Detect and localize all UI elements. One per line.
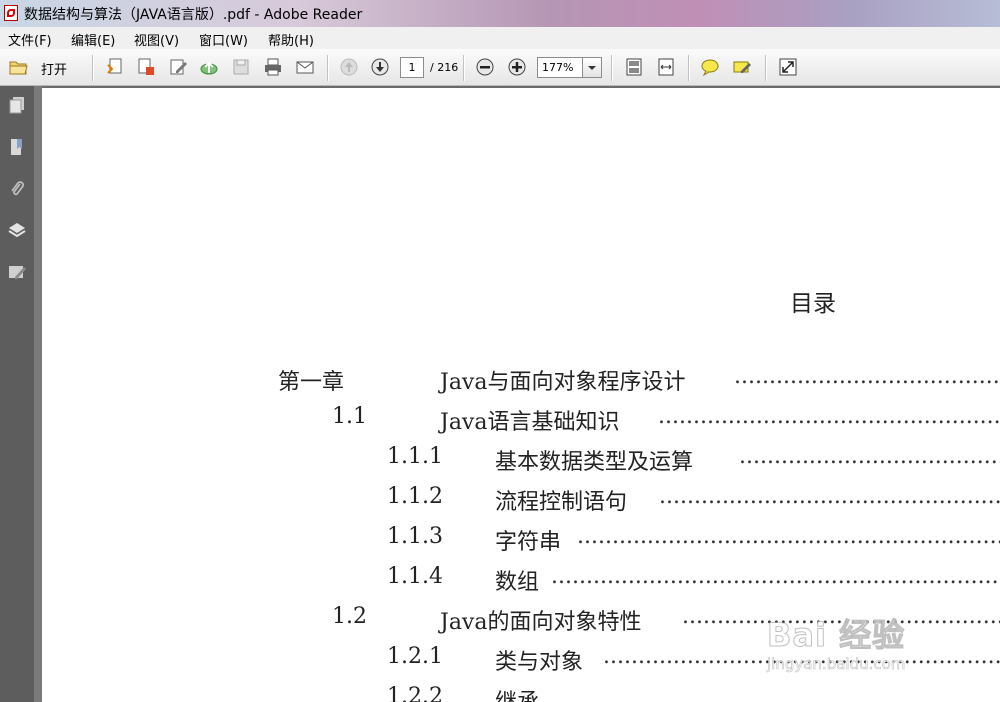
page-number-input[interactable]: 1	[400, 57, 424, 78]
toc-entry-title: 基本数据类型及运算	[495, 450, 694, 475]
email-icon[interactable]	[294, 56, 316, 78]
zoom-dropdown-button[interactable]	[583, 57, 602, 78]
toc-entry-title: 类与对象	[495, 650, 584, 675]
layers-icon[interactable]	[6, 219, 28, 241]
toc-entry-number: 1.1.3	[387, 524, 443, 549]
toc-title: 目录	[790, 291, 836, 317]
adobe-reader-icon	[4, 5, 18, 21]
bookmarks-icon[interactable]	[6, 136, 28, 158]
toolbar-separator	[765, 55, 767, 81]
toolbar-separator	[463, 55, 465, 81]
toc-leader-dots: ........................................…	[659, 484, 1000, 509]
zoom-out-icon[interactable]	[474, 56, 496, 78]
page-total: / 216	[430, 61, 459, 74]
menu-help[interactable]: 帮助(H)	[268, 30, 314, 49]
upload-icon[interactable]	[198, 56, 220, 78]
open-button[interactable]: 打开	[41, 59, 67, 78]
toolbar-separator	[327, 55, 329, 81]
highlight-icon[interactable]	[731, 56, 753, 78]
menu-view[interactable]: 视图(V)	[134, 30, 179, 49]
toc-leader-dots: ........................................…	[739, 444, 1000, 469]
toc-entry-title: 字符串	[495, 530, 562, 555]
toc-entry-1-1-2[interactable]: 1.1.2 流程控制语句 ...........................…	[387, 484, 1000, 515]
toc-entry-title: Java与面向对象程序设计	[440, 370, 686, 395]
title-bar: 数据结构与算法（JAVA语言版）.pdf - Adobe Reader	[0, 0, 1000, 27]
print-icon[interactable]	[262, 56, 284, 78]
window-title: 数据结构与算法（JAVA语言版）.pdf - Adobe Reader	[24, 7, 363, 23]
watermark-logo-text: Bai 经验	[766, 616, 906, 655]
toolbar-separator	[611, 55, 613, 81]
attachments-icon[interactable]	[6, 178, 28, 200]
comment-icon[interactable]	[699, 56, 721, 78]
toc-entry-number: 1.2	[332, 604, 367, 629]
export-pdf-icon[interactable]	[135, 56, 157, 78]
signatures-icon[interactable]	[6, 261, 28, 283]
toc-leader-dots: ........................................…	[734, 364, 1000, 389]
next-page-icon[interactable]	[369, 56, 391, 78]
toc-entry-title: 继承	[495, 684, 539, 702]
fit-page-icon[interactable]	[623, 56, 645, 78]
toolbar-separator	[92, 55, 94, 81]
toc-leader-dots: ........................................…	[658, 404, 1000, 429]
save-icon[interactable]	[230, 56, 252, 78]
edit-icon[interactable]	[167, 56, 189, 78]
toc-entry-title: Java语言基础知识	[440, 410, 620, 435]
toolbar: 打开	[0, 49, 1000, 86]
toc-entry-1-1[interactable]: 1.1 Java语言基础知识 .........................…	[332, 404, 1000, 435]
toc-entry-1-1-1[interactable]: 1.1.1 基本数据类型及运算 ........................…	[387, 444, 1000, 475]
watermark-url: jingyan.baidu.com	[767, 655, 906, 674]
fullscreen-icon[interactable]	[777, 56, 799, 78]
pane-divider[interactable]	[34, 86, 42, 702]
toc-entry-title: 流程控制语句	[495, 490, 628, 515]
toc-entry-number: 1.1.1	[387, 444, 443, 469]
fit-width-icon[interactable]	[655, 56, 677, 78]
toc-entry-title: 数组	[495, 570, 540, 595]
toc-entry-number: 1.2.1	[387, 644, 443, 669]
toc-entry-number: 1.2.2	[387, 684, 443, 702]
create-pdf-icon[interactable]	[104, 56, 126, 78]
toc-leader-dots: ........................................…	[577, 524, 1000, 549]
menu-edit[interactable]: 编辑(E)	[71, 30, 115, 49]
toc-entry-1-1-4[interactable]: 1.1.4 数组 ...............................…	[387, 564, 1000, 595]
toc-entry-1-1-3[interactable]: 1.1.3 字符串 ..............................…	[387, 524, 1000, 555]
menu-bar: 文件(F) 编辑(E) 视图(V) 窗口(W) 帮助(H)	[0, 27, 1000, 49]
toc-entry-number: 1.1.4	[387, 564, 443, 589]
zoom-input[interactable]: 177%	[537, 57, 583, 78]
toc-entry-number: 1.1	[332, 404, 367, 429]
pages-icon[interactable]	[6, 94, 28, 116]
toc-entry-number: 第一章	[278, 370, 345, 395]
toc-entry-title: Java的面向对象特性	[440, 610, 642, 635]
zoom-in-icon[interactable]	[506, 56, 528, 78]
menu-file[interactable]: 文件(F)	[8, 30, 52, 49]
menu-window[interactable]: 窗口(W)	[199, 30, 248, 49]
previous-page-icon[interactable]	[338, 56, 360, 78]
toolbar-separator	[688, 55, 690, 81]
toc-entry-chapter-1[interactable]: 第一章 Java与面向对象程序设计 ......................…	[278, 364, 1000, 395]
toc-entry-1-2-2[interactable]: 1.2.2 继承	[387, 684, 1000, 702]
toc-entry-number: 1.1.2	[387, 484, 443, 509]
open-folder-icon[interactable]	[7, 56, 29, 78]
navigation-pane	[0, 86, 34, 702]
toc-leader-dots: ........................................…	[551, 564, 1000, 589]
baidu-watermark: Bai 经验 jingyan.baidu.com	[766, 600, 957, 682]
